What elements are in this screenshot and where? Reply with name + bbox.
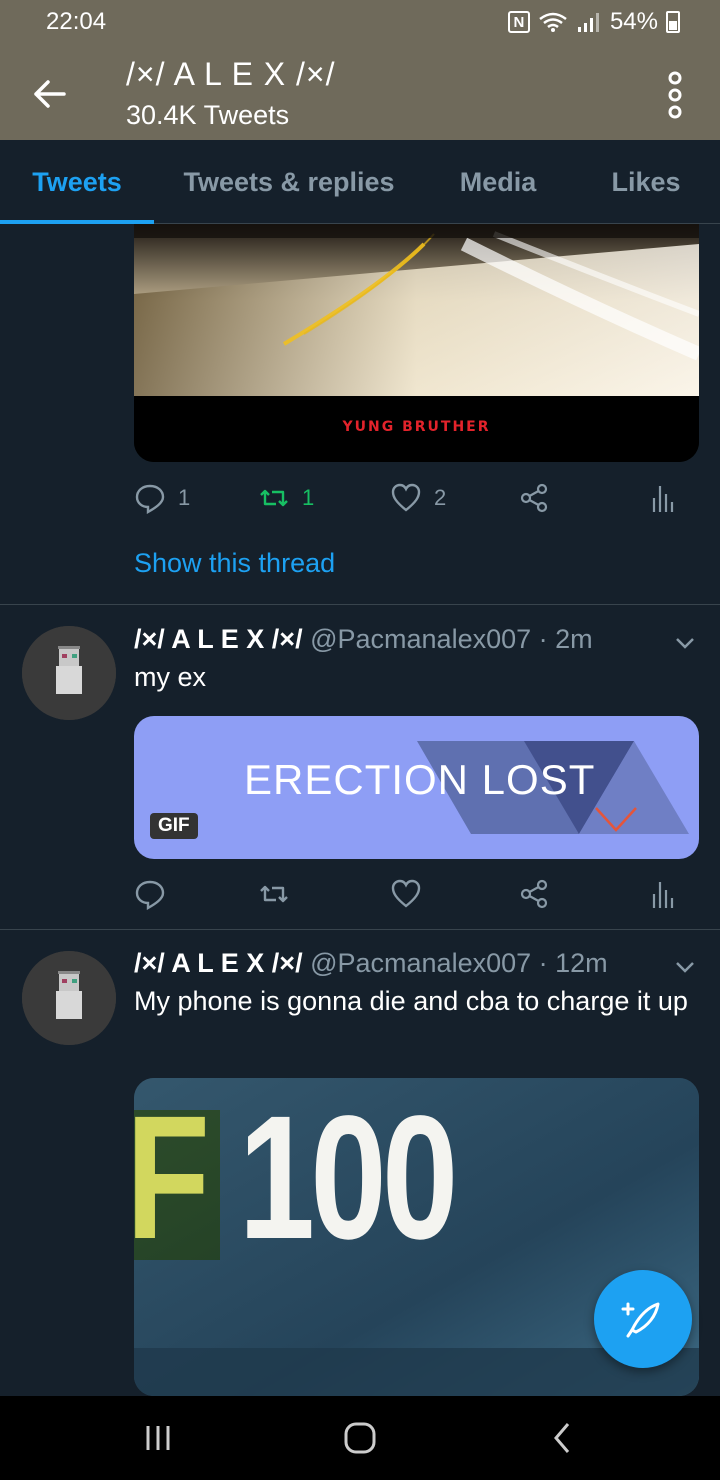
retweet-button[interactable]: 1 <box>258 478 314 518</box>
avatar[interactable] <box>22 951 116 1045</box>
reply-button[interactable] <box>134 874 166 914</box>
back-arrow-icon[interactable] <box>28 72 72 116</box>
battery-percent: 54% <box>609 8 658 35</box>
tab-tweets-and-replies[interactable]: Tweets & replies <box>170 140 408 224</box>
tweet-actions: 1 1 2 <box>134 478 694 518</box>
status-icons: N 54% <box>507 8 680 36</box>
wifi-icon <box>539 12 567 32</box>
analytics-icon <box>652 882 674 908</box>
tab-likes[interactable]: Likes <box>586 140 706 224</box>
tweet-time: · 12m <box>538 948 608 978</box>
tab-media[interactable]: Media <box>430 140 566 224</box>
tweet-count: 30.4K Tweets <box>126 100 290 130</box>
profile-tabs: Tweets Tweets & replies Media Likes <box>0 140 720 224</box>
retweet-count: 1 <box>302 485 315 510</box>
status-time: 22:04 <box>46 8 107 35</box>
avatar[interactable] <box>22 626 116 720</box>
reply-icon <box>135 880 165 910</box>
tweet-actions <box>134 874 694 914</box>
like-count: 2 <box>434 485 447 510</box>
nav-back-icon[interactable] <box>538 1414 586 1462</box>
compose-feather-icon <box>621 1302 660 1338</box>
author-handle[interactable]: @Pacmanalex007 <box>310 624 531 654</box>
author-name[interactable]: /×/ A L E X /×/ <box>134 948 303 978</box>
retweet-icon <box>260 489 288 507</box>
tab-tweets[interactable]: Tweets <box>0 140 154 224</box>
retweet-icon <box>260 885 288 903</box>
battery-icon <box>666 11 680 33</box>
system-nav-bar <box>0 1396 720 1480</box>
author-handle[interactable]: @Pacmanalex007 <box>310 948 531 978</box>
tweet-time: · 2m <box>538 624 593 654</box>
chevron-down-icon[interactable] <box>672 630 698 656</box>
heart-icon <box>391 483 421 512</box>
gif-badge: GIF <box>150 813 198 839</box>
more-options-icon[interactable] <box>660 70 690 120</box>
tweet-header: /×/ A L E X /×/ @Pacmanalex007 · 12m <box>134 948 608 979</box>
chevron-down-icon[interactable] <box>672 954 698 980</box>
show-thread-link[interactable]: Show this thread <box>134 548 335 579</box>
profile-name: /×/ A L E X /×/ <box>126 56 336 92</box>
share-icon <box>520 879 548 909</box>
compose-tweet-button[interactable] <box>594 1270 692 1368</box>
tweet-video[interactable]: YUNG BRUTHER <box>134 224 699 462</box>
status-bar: 22:04 N 54% <box>0 0 720 48</box>
author-name[interactable]: /×/ A L E X /×/ <box>134 624 303 654</box>
like-button[interactable]: 2 <box>390 478 446 518</box>
home-icon[interactable] <box>336 1414 384 1462</box>
reply-count: 1 <box>178 485 191 510</box>
tweet-text: my ex <box>134 662 207 692</box>
heart-icon <box>391 879 421 908</box>
tweet-header: /×/ A L E X /×/ @Pacmanalex007 · 2m <box>134 624 593 655</box>
photo-text-highlight <box>134 1110 220 1260</box>
nfc-icon: N <box>507 11 530 33</box>
share-button[interactable] <box>518 478 550 518</box>
analytics-button[interactable] <box>646 874 678 914</box>
video-caption: YUNG BRUTHER <box>342 419 491 435</box>
reply-icon <box>135 484 165 514</box>
signal-icon <box>577 13 599 32</box>
profile-header: /×/ A L E X /×/ 30.4K Tweets <box>0 48 720 140</box>
tweet-text: My phone is gonna die and cba to charge … <box>134 986 688 1016</box>
analytics-button[interactable] <box>646 478 678 518</box>
gif-title-text: ERECTION LOST <box>244 756 596 803</box>
reply-button[interactable]: 1 <box>134 478 190 518</box>
divider <box>0 604 720 605</box>
divider <box>0 929 720 930</box>
analytics-icon <box>652 486 674 512</box>
recent-apps-icon[interactable] <box>134 1414 182 1462</box>
retweet-button[interactable] <box>258 874 290 914</box>
avatar-image <box>22 626 116 720</box>
avatar-image <box>22 951 116 1045</box>
like-button[interactable] <box>390 874 422 914</box>
tweet-gif[interactable]: ERECTION LOST GIF <box>134 716 699 859</box>
share-button[interactable] <box>518 874 550 914</box>
share-icon <box>520 483 548 513</box>
tweet-feed[interactable]: YUNG BRUTHER 1 1 2 Show this thread /×/ … <box>0 224 720 1396</box>
